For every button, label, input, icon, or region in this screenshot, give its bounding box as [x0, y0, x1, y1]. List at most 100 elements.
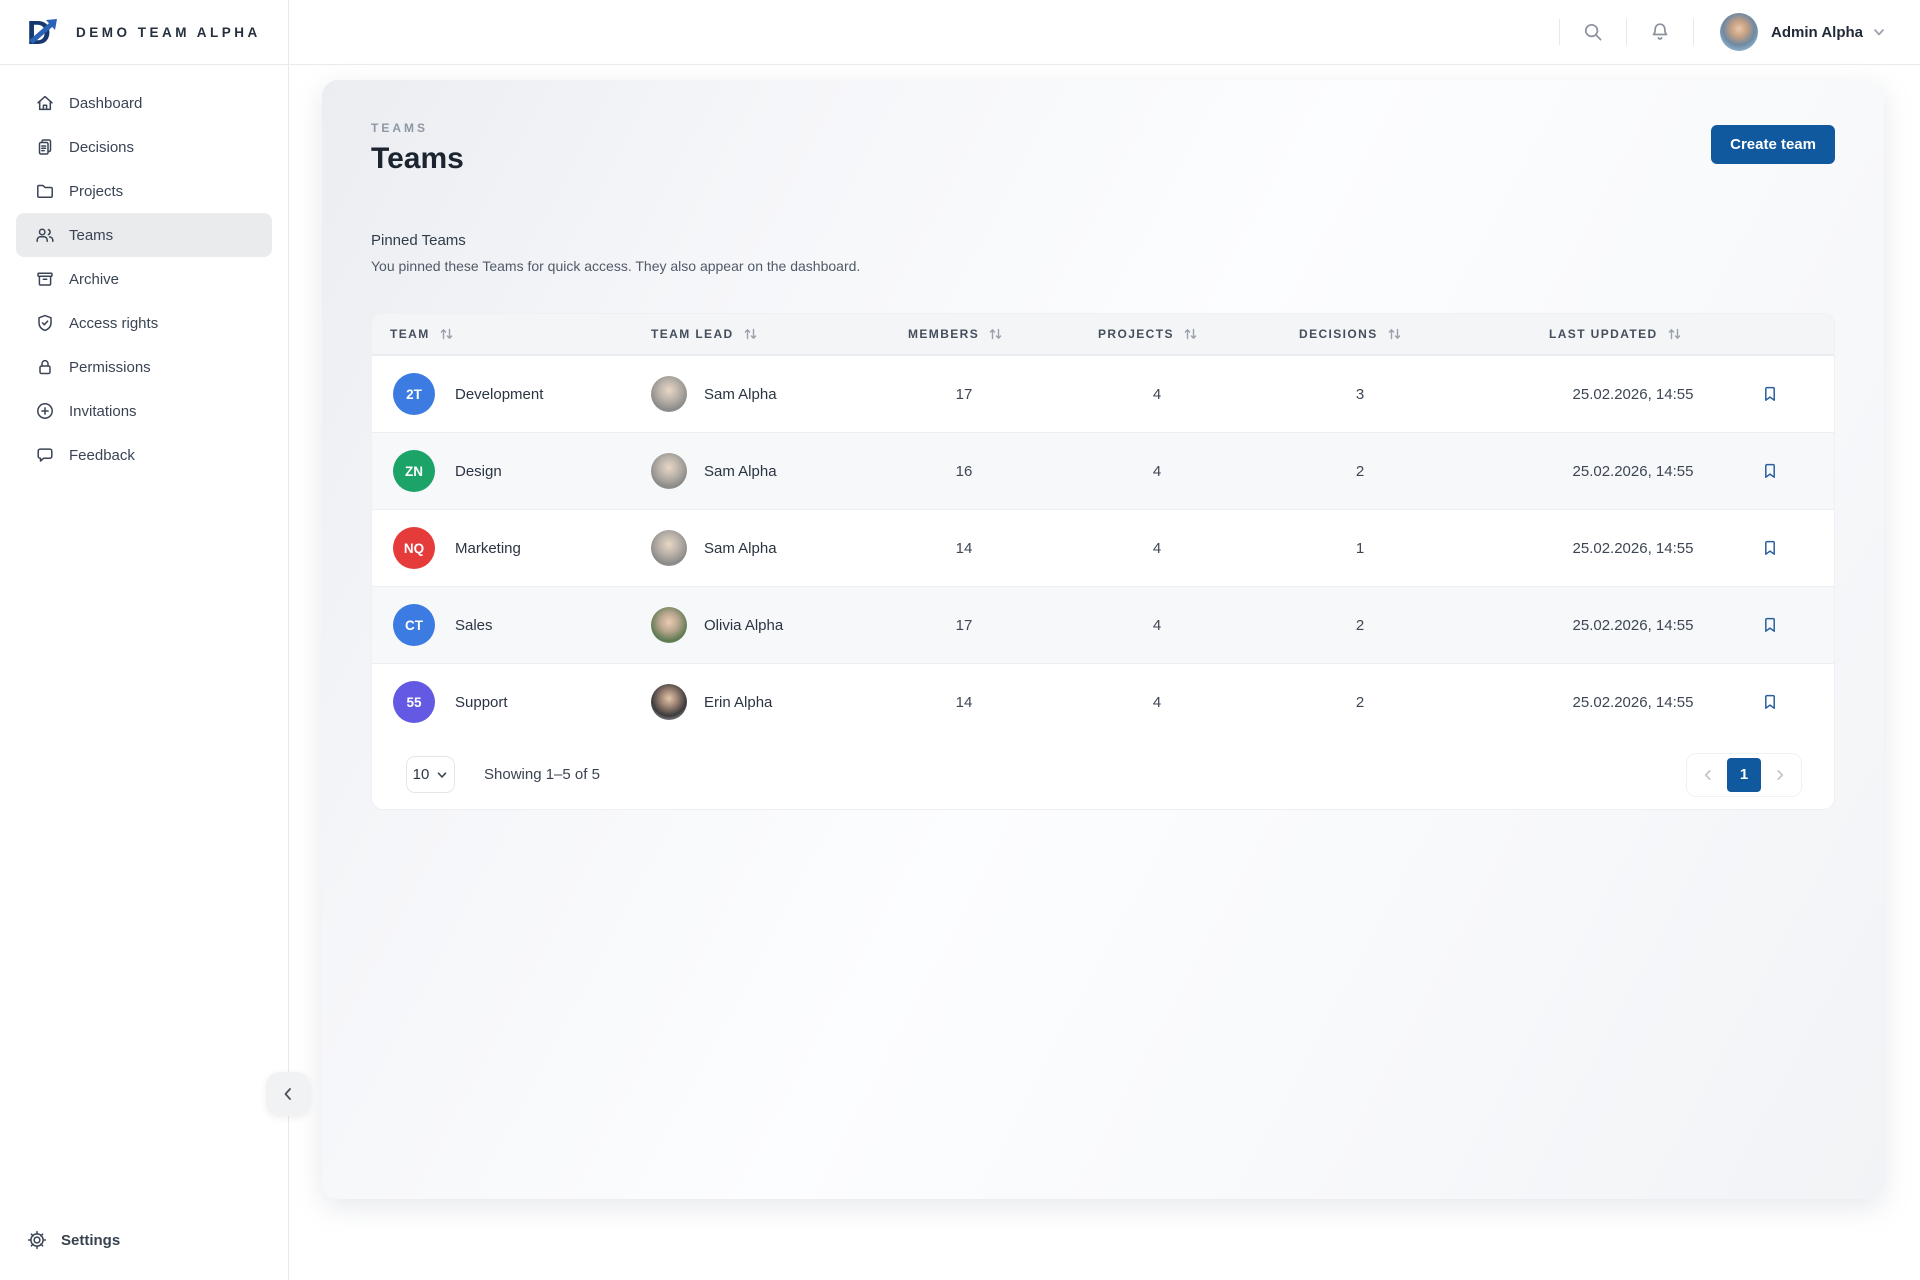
- team-initials-badge: 55: [393, 681, 435, 723]
- team-lead-name: Olivia Alpha: [704, 617, 783, 634]
- sort-icon: [988, 327, 1003, 341]
- bookmark-icon: [1760, 384, 1780, 404]
- previous-page-button[interactable]: [1691, 758, 1725, 792]
- sidebar-item-feedback[interactable]: Feedback: [16, 433, 272, 477]
- table-row[interactable]: CTSales Olivia Alpha 17 4 2 25.02.2026, …: [372, 586, 1834, 663]
- column-header-members[interactable]: MEMBERS: [890, 327, 1080, 341]
- projects-count: 4: [1098, 617, 1216, 634]
- bookmark-button[interactable]: [1756, 380, 1784, 408]
- gear-icon: [27, 1230, 47, 1250]
- last-updated: 25.02.2026, 14:55: [1549, 386, 1717, 403]
- next-page-button[interactable]: [1763, 758, 1797, 792]
- avatar: [651, 607, 687, 643]
- members-count: 17: [908, 386, 1020, 403]
- settings-label: Settings: [61, 1232, 120, 1249]
- decisions-count: 2: [1299, 694, 1421, 711]
- topbar: Admin Alpha: [289, 0, 1920, 65]
- decisions-count: 1: [1299, 540, 1421, 557]
- last-updated: 25.02.2026, 14:55: [1549, 463, 1717, 480]
- bell-icon: [1649, 21, 1671, 43]
- sidebar-item-permissions[interactable]: Permissions: [16, 345, 272, 389]
- members-count: 16: [908, 463, 1020, 480]
- chat-icon: [35, 445, 55, 465]
- topbar-divider: [1693, 19, 1694, 45]
- chevron-down-icon: [1872, 25, 1886, 39]
- folder-icon: [35, 181, 55, 201]
- brand: D DEMO TEAM ALPHA: [0, 0, 288, 65]
- lock-icon: [35, 357, 55, 377]
- table-row[interactable]: 55Support Erin Alpha 14 4 2 25.02.2026, …: [372, 663, 1834, 740]
- decisions-count: 2: [1299, 463, 1421, 480]
- table-row[interactable]: NQMarketing Sam Alpha 14 4 1 25.02.2026,…: [372, 509, 1834, 586]
- sidebar-item-label: Archive: [69, 271, 119, 288]
- bookmark-button[interactable]: [1756, 534, 1784, 562]
- sort-icon: [439, 327, 454, 341]
- bookmark-icon: [1760, 461, 1780, 481]
- bookmark-icon: [1760, 538, 1780, 558]
- sidebar-collapse-button[interactable]: [266, 1072, 310, 1116]
- team-name: Sales: [455, 617, 493, 634]
- bookmark-button[interactable]: [1756, 457, 1784, 485]
- projects-count: 4: [1098, 386, 1216, 403]
- create-team-button[interactable]: Create team: [1711, 125, 1835, 164]
- sidebar-item-access-rights[interactable]: Access rights: [16, 301, 272, 345]
- avatar: [651, 684, 687, 720]
- bookmark-button[interactable]: [1756, 688, 1784, 716]
- sidebar-item-dashboard[interactable]: Dashboard: [16, 81, 272, 125]
- page-size-value: 10: [413, 766, 430, 783]
- column-header-last-updated[interactable]: LAST UPDATED: [1531, 327, 1746, 341]
- shield-check-icon: [35, 313, 55, 333]
- team-initials-badge: 2T: [393, 373, 435, 415]
- showing-summary: Showing 1–5 of 5: [484, 766, 600, 783]
- decisions-count: 2: [1299, 617, 1421, 634]
- clipboard-icon: [35, 137, 55, 157]
- pinned-teams-title: Pinned Teams: [371, 232, 1835, 249]
- team-lead-name: Sam Alpha: [704, 463, 777, 480]
- user-name: Admin Alpha: [1771, 24, 1863, 41]
- bookmark-button[interactable]: [1756, 611, 1784, 639]
- members-count: 17: [908, 617, 1020, 634]
- sidebar-item-projects[interactable]: Projects: [16, 169, 272, 213]
- sidebar-item-invitations[interactable]: Invitations: [16, 389, 272, 433]
- avatar: [651, 530, 687, 566]
- avatar: [651, 453, 687, 489]
- column-header-projects[interactable]: PROJECTS: [1080, 327, 1281, 341]
- search-button[interactable]: [1560, 12, 1626, 52]
- sidebar-nav: Dashboard Decisions Projects Teams: [0, 65, 288, 477]
- team-name: Marketing: [455, 540, 521, 557]
- column-header-team[interactable]: TEAM: [372, 327, 633, 341]
- team-initials-badge: CT: [393, 604, 435, 646]
- sort-icon: [1183, 327, 1198, 341]
- archive-icon: [35, 269, 55, 289]
- sidebar-item-label: Invitations: [69, 403, 137, 420]
- breadcrumb: TEAMS: [371, 121, 464, 135]
- avatar: [651, 376, 687, 412]
- team-initials-badge: NQ: [393, 527, 435, 569]
- column-header-decisions[interactable]: DECISIONS: [1281, 327, 1531, 341]
- sidebar-item-archive[interactable]: Archive: [16, 257, 272, 301]
- chevron-left-icon: [1701, 768, 1715, 782]
- sidebar-item-label: Dashboard: [69, 95, 142, 112]
- notifications-button[interactable]: [1627, 12, 1693, 52]
- pinned-teams-description: You pinned these Teams for quick access.…: [371, 258, 1835, 274]
- page-1-button[interactable]: 1: [1727, 758, 1761, 792]
- page-size-select[interactable]: 10: [406, 756, 455, 793]
- page-title: Teams: [371, 142, 464, 176]
- brand-logo-icon: D: [24, 12, 64, 52]
- sidebar-item-label: Decisions: [69, 139, 134, 156]
- table-header-row: TEAM TEAM LEAD MEMBERS PROJECTS: [372, 314, 1834, 355]
- pager: 1: [1686, 753, 1802, 797]
- teams-table: TEAM TEAM LEAD MEMBERS PROJECTS: [371, 313, 1835, 810]
- table-row[interactable]: ZNDesign Sam Alpha 16 4 2 25.02.2026, 14…: [372, 432, 1834, 509]
- sidebar-item-teams[interactable]: Teams: [16, 213, 272, 257]
- sidebar: D DEMO TEAM ALPHA Dashboard Decisions: [0, 0, 289, 1280]
- user-menu[interactable]: Admin Alpha: [1720, 13, 1886, 51]
- sort-icon: [743, 327, 758, 341]
- column-header-team-lead[interactable]: TEAM LEAD: [633, 327, 890, 341]
- sidebar-item-decisions[interactable]: Decisions: [16, 125, 272, 169]
- table-row[interactable]: 2TDevelopment Sam Alpha 17 4 3 25.02.202…: [372, 355, 1834, 432]
- sidebar-item-settings[interactable]: Settings: [0, 1218, 288, 1262]
- team-lead-name: Sam Alpha: [704, 540, 777, 557]
- plus-circle-icon: [35, 401, 55, 421]
- projects-count: 4: [1098, 694, 1216, 711]
